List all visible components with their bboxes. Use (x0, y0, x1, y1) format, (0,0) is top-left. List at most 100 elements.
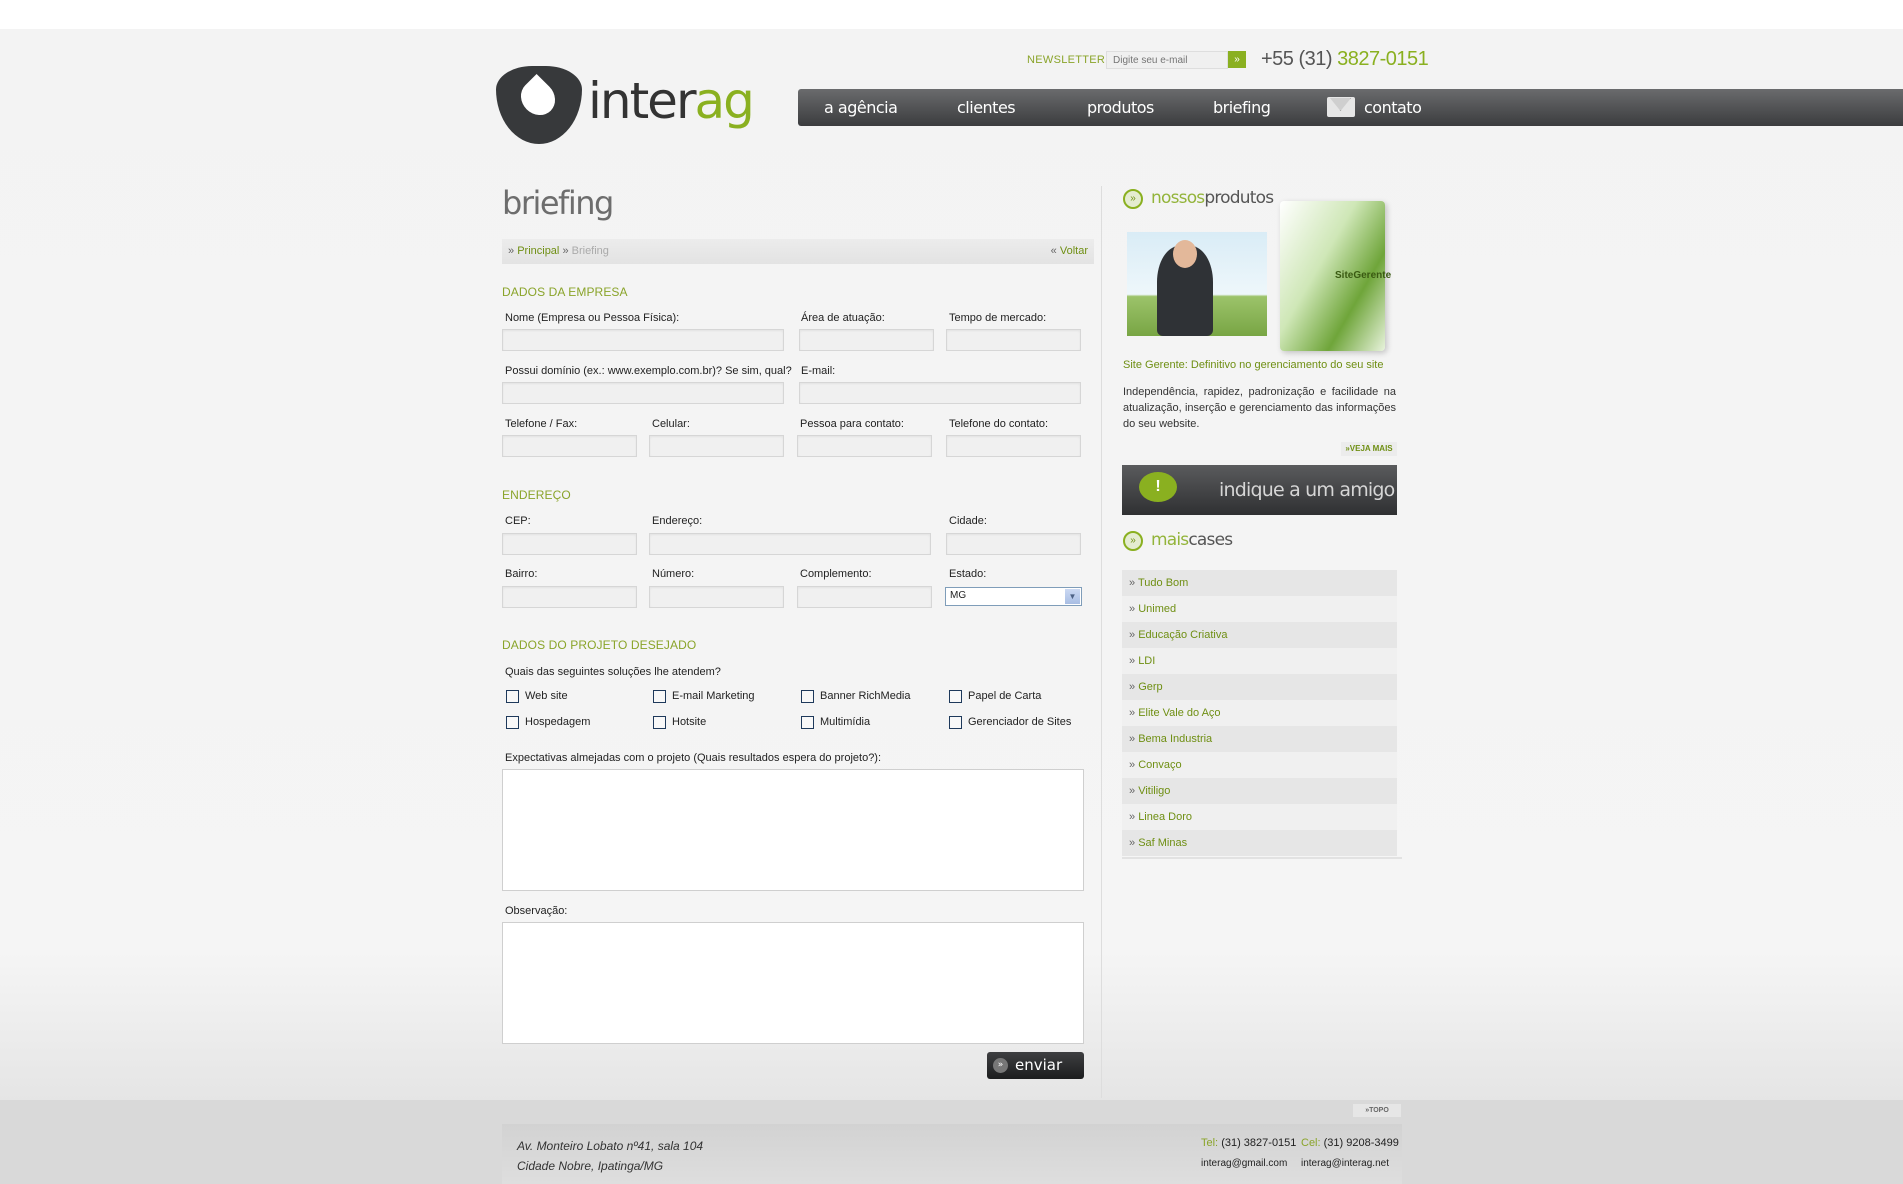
dominio-input[interactable] (502, 382, 784, 404)
nav-item-agencia[interactable]: a agência (824, 98, 898, 117)
case-link[interactable]: » Saf Minas (1122, 830, 1397, 856)
estado-select[interactable]: MG ▼ (945, 587, 1082, 606)
endereco-input[interactable] (649, 533, 931, 555)
back-chevron-icon: « (1050, 245, 1057, 257)
area-input[interactable] (799, 329, 934, 351)
observacao-textarea[interactable] (502, 922, 1084, 1044)
label-tel-contato: Telefone do contato: (949, 418, 1049, 430)
envelope-icon (1327, 97, 1355, 117)
label-telefone: Telefone / Fax: (505, 418, 578, 430)
indique-amigo-banner[interactable]: ! indique a um amigo (1122, 465, 1397, 515)
tempo-input[interactable] (946, 329, 1081, 351)
enviar-label: enviar (1015, 1056, 1063, 1074)
newsletter-submit-button[interactable]: » (1228, 51, 1246, 68)
cases-list: » Tudo Bom » Unimed » Educação Criativa … (1122, 570, 1397, 856)
arrow-circle-icon: » (1123, 531, 1143, 551)
expectativas-textarea[interactable] (502, 769, 1084, 891)
label-numero: Número: (652, 568, 695, 580)
case-link[interactable]: » Unimed (1122, 596, 1397, 622)
back-link[interactable]: Voltar (1060, 245, 1088, 257)
label-area: Área de atuação: (801, 312, 885, 324)
case-link[interactable]: » Convaço (1122, 752, 1397, 778)
footer-cel: Cel: (31) 9208-3499 (1301, 1137, 1399, 1149)
breadcrumb-current: Briefing (571, 245, 609, 257)
numero-input[interactable] (649, 586, 784, 608)
column-divider (1101, 186, 1102, 1098)
checkbox-email-marketing[interactable] (653, 690, 666, 703)
checkbox-hotsite[interactable] (653, 716, 666, 729)
label-nome: Nome (Empresa ou Pessoa Física): (505, 312, 680, 324)
contato-input[interactable] (797, 435, 932, 457)
section-title-endereco: ENDEREÇO (502, 488, 571, 502)
checkbox-banner-richmedia[interactable] (801, 690, 814, 703)
logo-wordmark: interag (588, 72, 755, 130)
chevron-down-icon[interactable]: ▼ (1065, 589, 1080, 604)
arrow-circle-icon: » (1123, 189, 1143, 209)
cases-divider (1122, 857, 1402, 859)
label-dominio: Possui domínio (ex.: www.exemplo.com.br)… (505, 365, 792, 377)
email-input[interactable] (799, 382, 1081, 404)
logo-mark-icon (496, 66, 582, 144)
promo-photo[interactable] (1127, 232, 1267, 336)
checkbox-label: Hotsite (672, 716, 707, 728)
nav-item-briefing[interactable]: briefing (1213, 98, 1271, 117)
section-title-projeto: DADOS DO PROJETO DESEJADO (502, 638, 697, 652)
case-link[interactable]: » Elite Vale do Aço (1122, 700, 1397, 726)
complemento-input[interactable] (797, 586, 932, 608)
footer-email-interag[interactable]: interag@interag.net (1301, 1158, 1389, 1169)
nav-item-produtos[interactable]: produtos (1087, 98, 1154, 117)
breadcrumb-separator: » (508, 245, 515, 257)
checkbox-hospedagem[interactable] (506, 716, 519, 729)
indique-label: indique a um amigo (1219, 479, 1395, 501)
nav-item-contato[interactable]: contato (1364, 98, 1422, 117)
label-estado: Estado: (949, 568, 987, 580)
enviar-button[interactable]: » enviar (987, 1052, 1084, 1079)
solucoes-question: Quais das seguintes soluções lhe atendem… (505, 666, 721, 678)
veja-mais-button[interactable]: »veja mais (1341, 442, 1397, 456)
tel-contato-input[interactable] (946, 435, 1081, 457)
case-link[interactable]: » Bema Industria (1122, 726, 1397, 752)
checkbox-label: Banner RichMedia (820, 690, 911, 702)
celular-input[interactable] (649, 435, 784, 457)
case-link[interactable]: » Tudo Bom (1122, 570, 1397, 596)
label-tempo: Tempo de mercado: (949, 312, 1047, 324)
nav-item-clientes[interactable]: clientes (957, 98, 1016, 117)
newsletter-email-input[interactable] (1106, 51, 1228, 69)
telefone-input[interactable] (502, 435, 637, 457)
checkbox-multimidia[interactable] (801, 716, 814, 729)
section-title-empresa: DADOS DA EMPRESA (502, 285, 628, 299)
footer-address: Av. Monteiro Lobato nº41, sala 104 Cidad… (517, 1139, 704, 1173)
site-logo[interactable]: interag (496, 62, 755, 148)
exclamation-bubble-icon: ! (1139, 472, 1177, 502)
cases-heading: maiscases (1151, 530, 1233, 550)
checkbox-gerenciador-de-sites[interactable] (949, 716, 962, 729)
back-to-top-button[interactable]: »topo (1353, 1104, 1401, 1117)
page-title: briefing (502, 184, 614, 222)
case-link[interactable]: » Linea Doro (1122, 804, 1397, 830)
arrow-right-icon: » (993, 1058, 1008, 1073)
nome-input[interactable] (502, 329, 784, 351)
checkbox-web-site[interactable] (506, 690, 519, 703)
bairro-input[interactable] (502, 586, 637, 608)
header-phone: +55 (31) 3827-0151 (1261, 48, 1429, 70)
cidade-input[interactable] (946, 533, 1081, 555)
checkbox-label: Multimídia (820, 716, 871, 728)
case-link[interactable]: » LDI (1122, 648, 1397, 674)
promo-title-link[interactable]: Site Gerente: Definitivo no gerenciament… (1123, 359, 1383, 371)
cep-input[interactable] (502, 533, 637, 555)
footer: Av. Monteiro Lobato nº41, sala 104 Cidad… (502, 1124, 1402, 1184)
promo-description: Independência, rapidez, padronização e f… (1123, 386, 1396, 430)
breadcrumb-separator: » (562, 245, 569, 257)
label-observacao: Observação: (505, 905, 568, 917)
case-link[interactable]: » Gerp (1122, 674, 1397, 700)
checkbox-papel-de-carta[interactable] (949, 690, 962, 703)
estado-selected-value: MG (950, 590, 967, 601)
produtos-heading: nossosprodutos (1151, 188, 1274, 208)
case-link[interactable]: » Educação Criativa (1122, 622, 1397, 648)
label-cep: CEP: (505, 515, 531, 527)
top-strip (0, 0, 1903, 29)
footer-email-gmail[interactable]: interag@gmail.com (1201, 1158, 1287, 1169)
checkbox-label: Web site (525, 690, 568, 702)
case-link[interactable]: » Vitiligo (1122, 778, 1397, 804)
breadcrumb-home-link[interactable]: Principal (517, 245, 559, 257)
